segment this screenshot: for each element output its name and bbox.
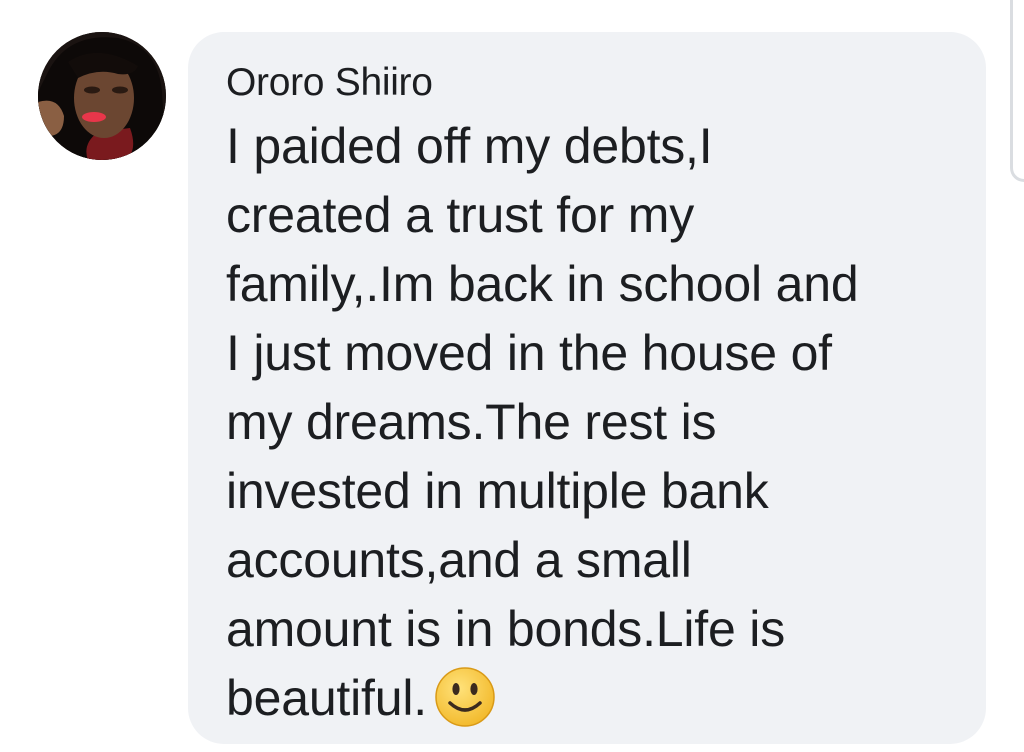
scroll-edge — [1010, 0, 1024, 182]
comment-last-line: beautiful. — [226, 664, 956, 733]
comment-line: accounts,and a small — [226, 532, 692, 588]
comment-bubble: Ororo Shiiro I paided off my debts,I cre… — [188, 32, 986, 744]
slightly-smiling-face-icon — [433, 665, 497, 729]
comment-line: I just moved in the house of — [226, 325, 832, 381]
avatar[interactable] — [38, 32, 166, 160]
comment-line: family,.Im back in school and — [226, 256, 859, 312]
comment-line: created a trust for my — [226, 187, 694, 243]
comment-text: I paided off my debts,I created a trust … — [226, 112, 956, 733]
comment-line-text: beautiful. — [226, 670, 427, 726]
comment-line: I paided off my debts,I — [226, 118, 713, 174]
avatar-photo — [38, 32, 166, 160]
comment-line: invested in multiple bank — [226, 463, 769, 519]
comment-screen: Ororo Shiiro I paided off my debts,I cre… — [0, 0, 1024, 752]
comment-author-name[interactable]: Ororo Shiiro — [226, 60, 956, 106]
comment-line: my dreams.The rest is — [226, 394, 717, 450]
comment-line: amount is in bonds.Life is — [226, 601, 786, 657]
